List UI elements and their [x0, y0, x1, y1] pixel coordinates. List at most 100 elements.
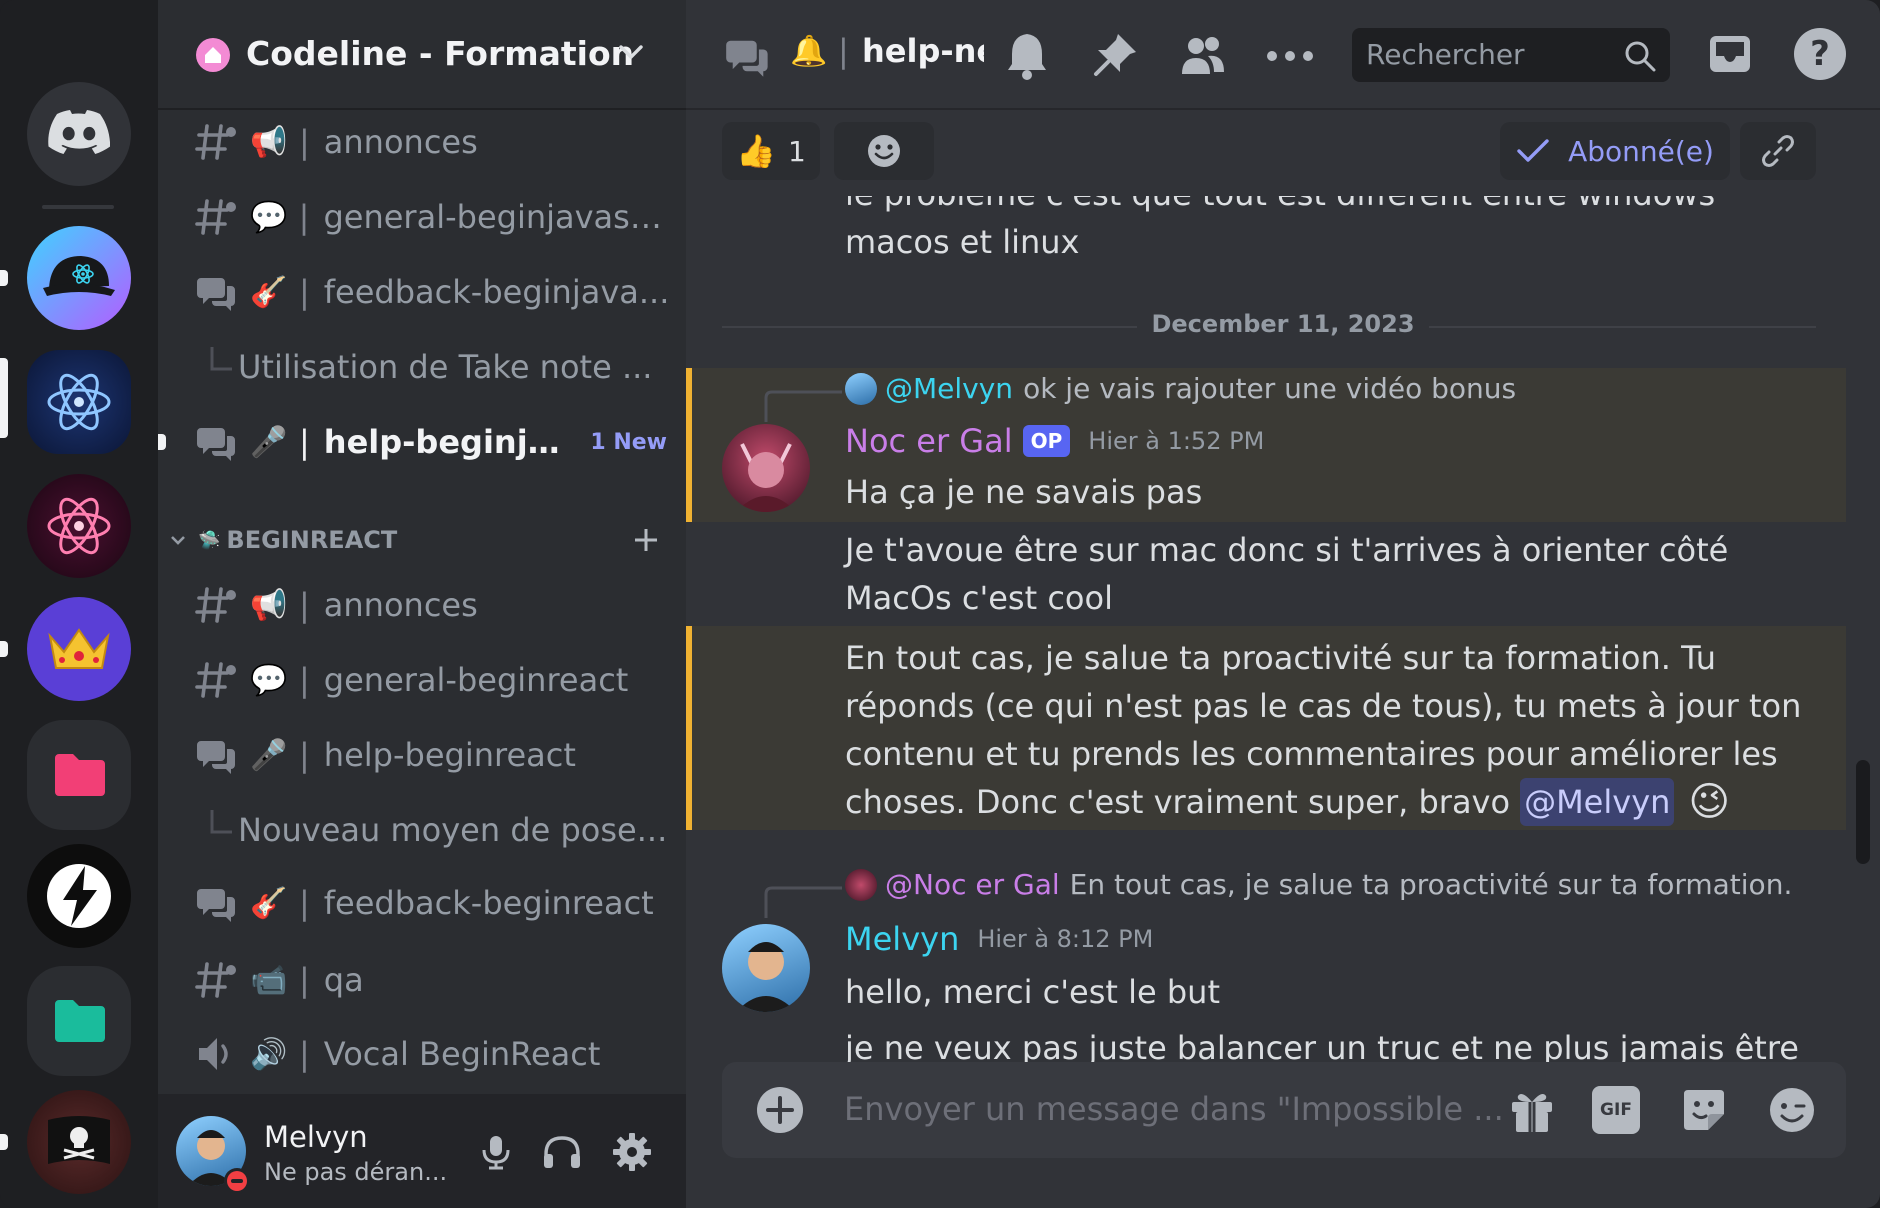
add-reaction-button[interactable]: [834, 122, 934, 180]
lightning-icon: [47, 864, 111, 928]
search-placeholder: Rechercher: [1366, 38, 1525, 71]
add-channel-icon[interactable]: [632, 526, 660, 554]
channel-annonces-react[interactable]: 📢 | annonces: [195, 575, 675, 635]
microphone-icon[interactable]: [476, 1132, 516, 1172]
avatar[interactable]: [722, 924, 810, 1012]
channel-vocal-beginreact[interactable]: 🔊 | Vocal BeginReact: [195, 1024, 675, 1084]
channel-emoji: 🎤: [250, 737, 288, 773]
pirate-server-button[interactable]: [27, 1090, 131, 1194]
atom-pink-server-button[interactable]: [27, 474, 131, 578]
channel-name: help-beginreact: [323, 736, 576, 774]
main-chat: 🔔 | help-ne Rechercher: [686, 0, 1880, 1208]
forum-channel-icon: [195, 420, 239, 464]
bell-icon[interactable]: [1004, 30, 1050, 80]
category-name: BEGINREACT: [226, 526, 398, 554]
channel-help-beginreact[interactable]: 🎤 | help-beginreact: [195, 725, 675, 785]
smiley-icon: [868, 135, 900, 167]
pin-icon[interactable]: [1090, 30, 1140, 80]
forum-thread-icon: [724, 32, 772, 80]
channel-general-beginjavascript[interactable]: 💬 | general-beginjavasc...: [195, 187, 675, 247]
guild-header[interactable]: Codeline - Formation: [158, 0, 686, 110]
channel-title: help-ne: [862, 32, 984, 70]
follow-button[interactable]: Abonné(e): [1500, 122, 1730, 180]
scrollbar-thumb[interactable]: [1856, 760, 1870, 864]
message-list: le problème c'est que tout est différent…: [686, 196, 1880, 1062]
message-input[interactable]: Envoyer un message dans "Impossible ...: [844, 1090, 1504, 1128]
author-name[interactable]: Melvyn: [845, 920, 959, 958]
channel-separator: |: [838, 32, 849, 70]
emoji-picker-icon[interactable]: [1768, 1086, 1816, 1134]
inbox-icon[interactable]: [1706, 30, 1754, 78]
channel-separator: |: [299, 273, 310, 311]
server-rail: [0, 0, 158, 1208]
search-input[interactable]: Rechercher: [1352, 28, 1670, 82]
reply-spine-icon: [764, 886, 842, 918]
reply-preview[interactable]: @Noc er Gal En tout cas, je salue ta pro…: [845, 868, 1792, 901]
help-icon[interactable]: ?: [1794, 28, 1846, 80]
channel-help-beginjavascript[interactable]: 🎤 | help-beginjav... 1 New: [195, 412, 675, 472]
settings-gear-icon[interactable]: [610, 1130, 654, 1174]
more-options-icon[interactable]: [1266, 50, 1314, 62]
sticker-icon[interactable]: [1680, 1086, 1728, 1134]
channel-name: Vocal BeginReact: [323, 1035, 601, 1073]
folder-icon: [55, 754, 105, 796]
channel-separator: |: [299, 661, 310, 699]
folder-icon: [55, 1000, 105, 1042]
channel-separator: |: [299, 586, 310, 624]
channel-emoji: 📢: [250, 587, 288, 623]
gift-icon[interactable]: [1508, 1088, 1556, 1134]
category-beginreact[interactable]: 🛸 BEGINREACT: [168, 520, 668, 560]
crown-server-button[interactable]: [27, 597, 131, 701]
reply-avatar: [845, 868, 877, 901]
channel-annonces[interactable]: 📢 | annonces: [195, 112, 675, 172]
selected-server-pip: [0, 358, 8, 438]
ufo-icon: 🛸: [198, 529, 221, 551]
thread-spine-icon: [210, 810, 232, 834]
green-folder[interactable]: [27, 966, 131, 1076]
reply-text: ok je vais rajouter une vidéo bonus: [1023, 372, 1517, 405]
message-text: choses. Donc c'est vraiment super, bravo: [845, 783, 1511, 821]
headphones-icon[interactable]: [540, 1132, 584, 1172]
thread-nouveau-moyen[interactable]: Nouveau moyen de pose...: [208, 800, 678, 860]
channel-emoji: 🎸: [250, 274, 288, 310]
forum-channel-icon: [195, 733, 239, 777]
link-icon: [1762, 135, 1794, 167]
channel-name: general-beginjavasc...: [323, 198, 675, 236]
thread-name: Nouveau moyen de pose...: [238, 811, 668, 849]
timestamp: Hier à 1:52 PM: [1088, 427, 1265, 455]
discord-home-button[interactable]: [27, 82, 131, 186]
copy-link-button[interactable]: [1740, 122, 1816, 180]
chevron-down-icon[interactable]: [616, 40, 646, 64]
channel-qa[interactable]: 📹 | qa: [195, 950, 675, 1010]
channel-general-beginreact[interactable]: 💬 | general-beginreact: [195, 650, 675, 710]
timestamp: Hier à 8:12 PM: [977, 925, 1154, 953]
reply-author: @Noc er Gal: [885, 868, 1060, 901]
discord-logo-icon: [48, 110, 110, 154]
channel-feedback-beginreact[interactable]: 🎸 | feedback-beginreact: [195, 873, 675, 933]
user-mention[interactable]: @Melvyn: [1520, 778, 1675, 826]
text-channel-icon: [195, 120, 239, 164]
lightning-server-button[interactable]: [27, 844, 131, 948]
gif-button[interactable]: GIF: [1592, 1086, 1640, 1134]
pink-folder[interactable]: [27, 720, 131, 830]
message-header: Melvyn Hier à 8:12 PM: [845, 920, 1153, 958]
thread-utilisation-take-note[interactable]: Utilisation de Take note ...: [208, 337, 678, 397]
atom-blue-server-button[interactable]: [27, 350, 131, 454]
check-icon: [1517, 139, 1549, 162]
reply-preview[interactable]: @Melvyn ok je vais rajouter une vidéo bo…: [845, 372, 1516, 405]
thumbs-up-reaction[interactable]: 👍 1: [722, 122, 820, 180]
members-icon[interactable]: [1178, 30, 1228, 80]
cap-react-server-button[interactable]: [27, 226, 131, 330]
new-badge: 1 New: [590, 429, 667, 455]
thread-name: Utilisation de Take note ...: [238, 348, 653, 386]
author-name[interactable]: Noc er Gal: [845, 422, 1013, 460]
channel-name: general-beginreact: [323, 661, 629, 699]
channel-emoji: 🔊: [250, 1036, 288, 1072]
reply-spine-icon: [764, 390, 842, 422]
avatar[interactable]: [722, 424, 810, 512]
channel-emoji: 🔔: [790, 34, 828, 69]
channel-separator: |: [299, 736, 310, 774]
add-attachment-icon[interactable]: [756, 1086, 804, 1134]
channel-feedback-beginjavascript[interactable]: 🎸 | feedback-beginjava...: [195, 262, 675, 322]
reaction-count: 1: [788, 134, 806, 168]
